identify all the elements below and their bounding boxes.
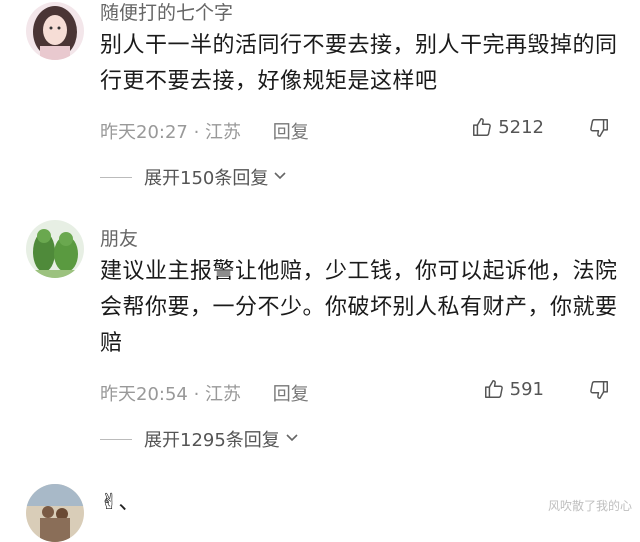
avatar[interactable]: [26, 2, 84, 60]
chevron-down-icon: [268, 167, 288, 188]
watermark: 风吹散了我的心: [547, 499, 632, 513]
divider-line: [100, 438, 132, 440]
dislike-button[interactable]: [588, 379, 610, 401]
comment-meta: 昨天20:54 · 江苏 回复: [100, 380, 309, 406]
reply-button[interactable]: 回复: [273, 122, 309, 143]
comment-item: ✌、: [0, 472, 640, 542]
expand-label: 展开150条回复: [144, 168, 269, 189]
thumbs-up-icon: [471, 116, 493, 138]
comment-text: ✌、: [100, 490, 141, 515]
username[interactable]: 随便打的七个字: [100, 0, 233, 25]
meta-separator: ·: [187, 122, 206, 143]
thumbs-down-icon: [588, 379, 610, 401]
username[interactable]: 朋友: [100, 224, 138, 251]
thumbs-down-icon: [588, 117, 610, 139]
avatar[interactable]: [26, 220, 84, 278]
comment-meta: 昨天20:27 · 江苏 回复: [100, 118, 309, 144]
comment-location: 江苏: [205, 122, 242, 143]
avatar[interactable]: [26, 484, 84, 542]
reply-button[interactable]: 回复: [273, 384, 309, 405]
meta-separator: ·: [187, 384, 206, 405]
comment-time: 昨天20:27: [100, 122, 188, 143]
thumbs-up-icon: [483, 378, 505, 400]
like-button[interactable]: 5212: [471, 116, 544, 138]
like-button[interactable]: 591: [483, 378, 544, 400]
chevron-down-icon: [280, 429, 300, 450]
comment-item: 随便打的七个字 别人干一半的活同行不要去接，别人干完再毁掉的同行更不要去接，好像…: [0, 0, 640, 200]
comment-item: 朋友 建议业主报警让他赔，少工钱，你可以起诉他，法院会帮你要，一分不少。你破坏别…: [0, 212, 640, 462]
like-count: 591: [509, 378, 544, 400]
divider-line: [100, 176, 132, 178]
expand-replies-button[interactable]: 展开1295条回复: [100, 426, 300, 452]
comment-location: 江苏: [205, 384, 242, 405]
comment-text: 建议业主报警让他赔，少工钱，你可以起诉他，法院会帮你要，一分不少。你破坏别人私有…: [100, 259, 618, 356]
like-count: 5212: [498, 116, 544, 138]
expand-replies-button[interactable]: 展开150条回复: [100, 164, 288, 190]
comment-time: 昨天20:54: [100, 384, 188, 405]
expand-label: 展开1295条回复: [144, 430, 280, 451]
dislike-button[interactable]: [588, 117, 610, 139]
comment-text: 别人干一半的活同行不要去接，别人干完再毁掉的同行更不要去接，好像规矩是这样吧: [100, 33, 618, 94]
